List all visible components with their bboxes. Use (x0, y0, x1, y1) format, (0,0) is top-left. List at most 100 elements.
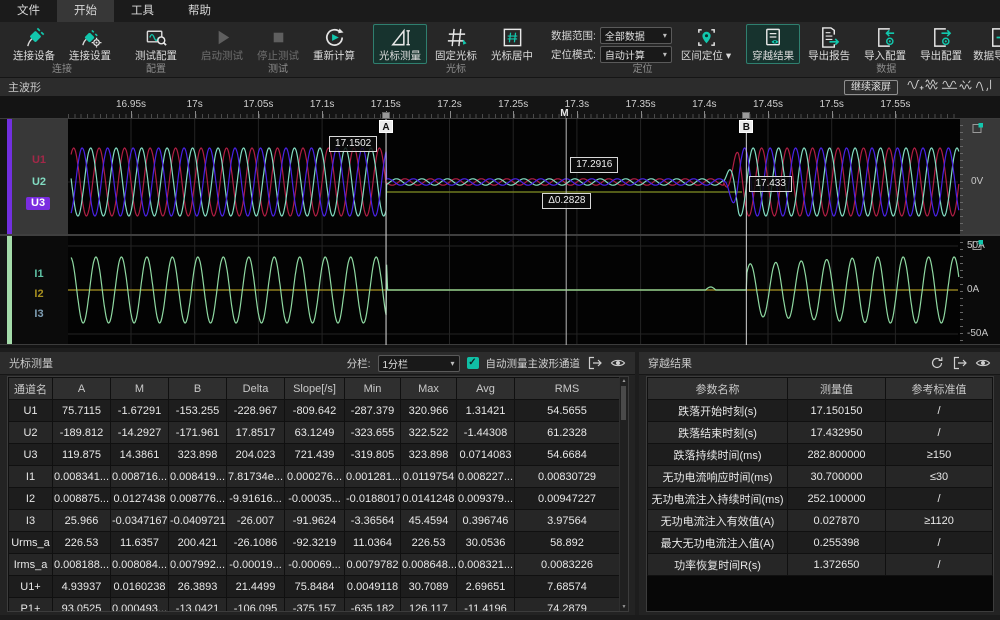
fit-waves-icon[interactable] (958, 78, 975, 91)
channel-label-i2[interactable]: I2 (12, 288, 66, 301)
channel-label-u1[interactable]: U1 (12, 154, 66, 167)
table-cell: 322.522 (401, 422, 457, 444)
ribbon-group-data: 穿越结果导出报告导入配置导出配置数据导出 ▾数据 (741, 22, 1000, 77)
location-pin-icon (695, 26, 718, 49)
current-axis-label: 0A (967, 284, 979, 295)
import-config-label: 导入配置 (864, 49, 906, 63)
table-cell: 无功电流注入有效值(A) (648, 510, 788, 532)
crossing-panel-header: 穿越结果 (639, 352, 1000, 375)
table-cell: 0.007992... (169, 554, 227, 576)
cursor-table-row[interactable]: Irms_a0.008188...0.008084...0.007992...-… (9, 554, 620, 576)
eye-icon[interactable] (610, 356, 626, 370)
panel-snapshot-icon[interactable] (972, 239, 984, 251)
channel-label-u2[interactable]: U2 (12, 176, 66, 189)
panel-snapshot-icon[interactable] (972, 122, 984, 134)
cursor-b-handle[interactable] (742, 112, 750, 119)
ribbon-fields-position: 数据范围:全部数据▾定位模式:自动计算▾ (551, 24, 672, 62)
cursor-a-flag[interactable]: A (379, 120, 393, 133)
table-cell: 2.69651 (457, 576, 515, 598)
position-mode-select[interactable]: 自动计算▾ (600, 46, 672, 63)
table-cell: 30.7089 (401, 576, 457, 598)
channel-label-u3[interactable]: U3 (26, 197, 50, 210)
cursor-b-flag[interactable]: B (739, 120, 753, 133)
refresh-icon[interactable] (929, 356, 945, 370)
crossing-table-row[interactable]: 跌落开始时刻(s)17.150150/ (648, 400, 993, 422)
ribbon-group-position: 数据范围:全部数据▾定位模式:自动计算▾区间定位 ▾定位 (546, 22, 739, 77)
crossing-result-icon (762, 26, 785, 49)
cursor-table-row[interactable]: U2-189.812-14.2927-171.96117.851763.1249… (9, 422, 620, 444)
export-report-label: 导出报告 (808, 49, 850, 63)
table-cell: -26.007 (227, 510, 285, 532)
menu-tab-help[interactable]: 帮助 (171, 0, 228, 22)
cursor-table-row[interactable]: Urms_a226.5311.6357200.421-26.1086-92.32… (9, 532, 620, 554)
export-config-button[interactable]: 导出配置 (914, 24, 968, 64)
auto-measure-checkbox[interactable]: ✓ (467, 357, 479, 369)
cursor-table-row[interactable]: I20.008875...0.01274380.008776...-9.9161… (9, 488, 620, 510)
column-header-slopes: Slope[/s] (285, 378, 345, 400)
cursor-table-row[interactable]: P1+93.05250.000493...-13.0421-106.095-37… (9, 598, 620, 613)
cursor-table-row[interactable]: I10.008341...0.008716...0.008419...7.817… (9, 466, 620, 488)
export-config-icon (930, 26, 953, 49)
crossing-result-button[interactable]: 穿越结果 (746, 24, 800, 64)
crossing-table-row[interactable]: 跌落持续时间(ms)282.800000≥150 (648, 444, 993, 466)
cursor-table-row[interactable]: U3119.87514.3861323.898204.023721.439-31… (9, 444, 620, 466)
time-tick-label: 17.4s (692, 99, 716, 110)
menu-tab-file[interactable]: 文件 (0, 0, 57, 22)
crossing-table-row[interactable]: 跌落结束时刻(s)17.432950/ (648, 422, 993, 444)
add-waveform-icon[interactable] (907, 78, 924, 91)
stop-test-button[interactable]: 停止测试 (251, 24, 305, 64)
connect-device-button[interactable]: 连接设备 (7, 24, 61, 64)
crossing-table-row[interactable]: 无功电流响应时间(ms)30.700000≤30 (648, 466, 993, 488)
crossing-table-row[interactable]: 无功电流注入持续时间(ms)252.100000/ (648, 488, 993, 510)
scroll-up-arrow[interactable]: ▲ (620, 378, 628, 384)
menu-tab-tools[interactable]: 工具 (114, 0, 171, 22)
channel-label-i3[interactable]: I3 (12, 308, 66, 321)
column-header-a: A (53, 378, 111, 400)
import-config-button[interactable]: 导入配置 (858, 24, 912, 64)
cursor-table-row[interactable]: U175.7115-1.67291-153.255-228.967-809.64… (9, 400, 620, 422)
crossing-table-row[interactable]: 功率恢复时间R(s)1.372650/ (648, 554, 993, 576)
test-config-button[interactable]: 测试配置 (129, 24, 183, 64)
table-cell: 0.0714083 (457, 444, 515, 466)
scroll-down-arrow[interactable]: ▼ (620, 604, 628, 610)
stacked-waves-icon[interactable] (924, 78, 941, 91)
split-select[interactable]: 1分栏 ▾ (378, 355, 460, 372)
cursor-table-row[interactable]: I325.966-0.0347167-0.0409721-26.007-91.9… (9, 510, 620, 532)
pop-out-icon[interactable] (952, 356, 968, 370)
connect-settings-button[interactable]: 连接设置 (63, 24, 117, 64)
export-report-button[interactable]: 导出报告 (802, 24, 856, 64)
start-test-button[interactable]: 启动测试 (195, 24, 249, 64)
single-cycle-icon[interactable] (975, 78, 992, 91)
cursor-table-row[interactable]: U1+4.939370.016023826.389321.449975.8484… (9, 576, 620, 598)
cursor-m-marker[interactable]: M (560, 108, 568, 119)
table-cell: 0.00830729 (515, 466, 620, 488)
crossing-table-row[interactable]: 无功电流注入有效值(A)0.027870≥1120 (648, 510, 993, 532)
continue-scroll-button[interactable]: 继续滚屏 (844, 80, 898, 95)
waveform-plot[interactable] (0, 118, 1000, 345)
menu-tab-start[interactable]: 开始 (57, 0, 114, 22)
cursor-a-handle[interactable] (382, 112, 390, 119)
crossing-table-row[interactable]: 最大无功电流注入值(A)0.255398/ (648, 532, 993, 554)
fixed-cursor-button[interactable]: 固定光标 (429, 24, 483, 64)
scrollbar-thumb[interactable] (621, 386, 626, 420)
table-cell: 无功电流响应时间(ms) (648, 466, 788, 488)
data-export-button[interactable]: 数据导出 ▾ (970, 24, 1000, 64)
cursor-center-button[interactable]: 光标居中 (485, 24, 539, 64)
interval-position-button[interactable]: 区间定位 ▾ (678, 24, 734, 64)
table-cell: 17.150150 (788, 400, 886, 422)
waveform-view-icons (907, 78, 992, 96)
table-cell: 30.700000 (788, 466, 886, 488)
merged-waves-icon[interactable] (941, 78, 958, 91)
time-axis[interactable]: 16.95s17s17.05s17.1s17.15s17.2s17.25s17.… (0, 97, 1000, 118)
table-cell: 0.0119754 (401, 466, 457, 488)
data-range-select[interactable]: 全部数据▾ (600, 27, 672, 44)
table-cell: ≥150 (886, 444, 993, 466)
pop-out-icon[interactable] (587, 356, 603, 370)
eye-icon[interactable] (975, 356, 991, 370)
cursor-measure-button[interactable]: 光标测量 (373, 24, 427, 64)
table-cell: 功率恢复时间R(s) (648, 554, 788, 576)
recalculate-button[interactable]: 重新计算 (307, 24, 361, 64)
channel-label-i1[interactable]: I1 (12, 268, 66, 281)
vertical-scrollbar[interactable]: ▲ ▼ (619, 377, 628, 611)
waveform-title: 主波形 (8, 79, 41, 95)
